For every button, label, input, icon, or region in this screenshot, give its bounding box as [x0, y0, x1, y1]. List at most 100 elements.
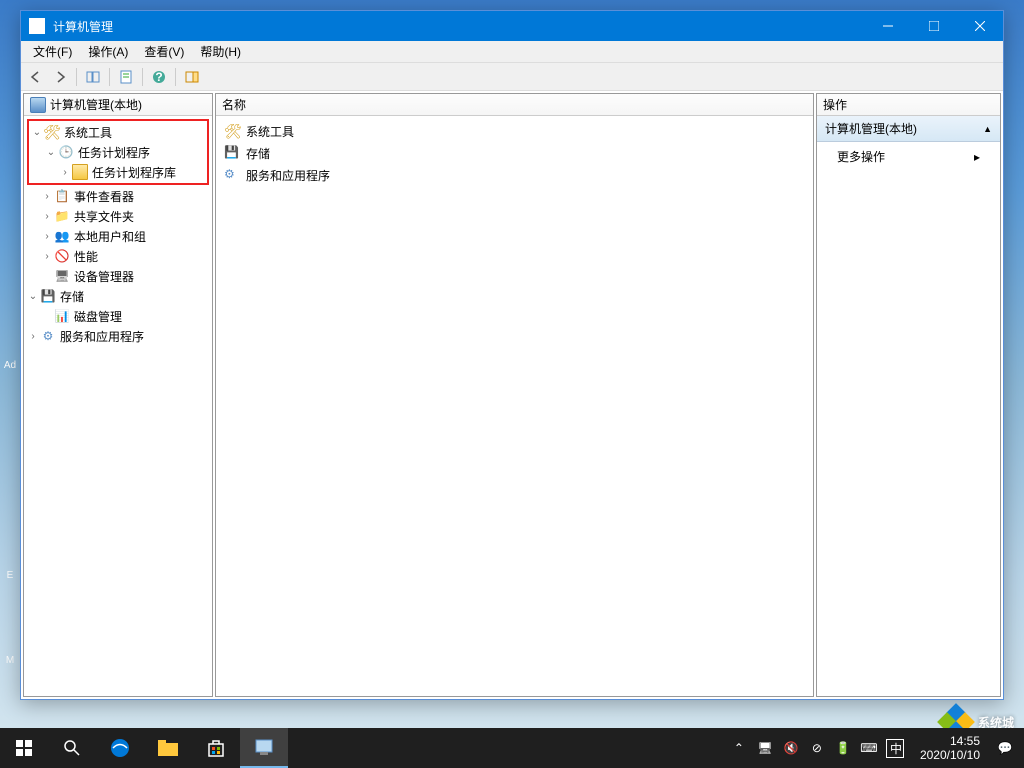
taskbar-app-compmgmt[interactable]: [240, 728, 288, 768]
app-icon: [29, 18, 45, 34]
menu-file[interactable]: 文件(F): [25, 41, 80, 62]
tree-node-task-scheduler[interactable]: ⌄ 🕒 任务计划程序: [30, 142, 206, 162]
list-item-services[interactable]: ⚙ 服务和应用程序: [220, 164, 809, 186]
toolbar-separator: [175, 68, 176, 86]
tree-node-services[interactable]: › ⚙ 服务和应用程序: [26, 326, 210, 346]
tree-label: 性能: [74, 248, 98, 265]
main-area: 计算机管理(本地) ⌄ 🛠 系统工具 ⌄ 🕒 任务计划程序 ›: [21, 91, 1003, 699]
close-button[interactable]: [957, 11, 1003, 41]
clock-date: 2020/10/10: [920, 748, 980, 762]
expand-icon[interactable]: ›: [40, 231, 54, 242]
maximize-button[interactable]: [911, 11, 957, 41]
action-section-label: 计算机管理(本地): [825, 120, 917, 137]
tree-node-event-viewer[interactable]: › 📋 事件查看器: [26, 186, 210, 206]
tree-label: 任务计划程序库: [92, 164, 176, 181]
list-label: 服务和应用程序: [246, 167, 330, 184]
actions-header: 操作: [817, 94, 1000, 116]
list-item-storage[interactable]: 💾 存储: [220, 142, 809, 164]
event-icon: 📋: [54, 188, 70, 204]
show-action-pane-button[interactable]: [181, 66, 203, 88]
tree-label: 事件查看器: [74, 188, 134, 205]
performance-icon: 🚫: [54, 248, 70, 264]
menu-action[interactable]: 操作(A): [80, 41, 136, 62]
service-icon: ⚙: [224, 167, 240, 183]
list-label: 系统工具: [246, 123, 294, 140]
action-section-title[interactable]: 计算机管理(本地) ▲: [817, 116, 1000, 142]
tree-node-storage[interactable]: ⌄ 💾 存储: [26, 286, 210, 306]
list-header[interactable]: 名称: [216, 94, 813, 116]
tree-node-performance[interactable]: › 🚫 性能: [26, 246, 210, 266]
tree-label: 服务和应用程序: [60, 328, 144, 345]
toolbar-separator: [76, 68, 77, 86]
clock-time: 14:55: [920, 734, 980, 748]
menu-help[interactable]: 帮助(H): [192, 41, 249, 62]
toolbar-separator: [142, 68, 143, 86]
storage-icon: 💾: [40, 288, 56, 304]
computer-management-window: 计算机管理 文件(F) 操作(A) 查看(V) 帮助(H) ? 计算机管理(本地…: [20, 10, 1004, 700]
tools-icon: 🛠: [44, 124, 60, 140]
action-more[interactable]: 更多操作 ▸: [817, 142, 1000, 171]
tree-node-local-users[interactable]: › 👥 本地用户和组: [26, 226, 210, 246]
network-disconnected-icon[interactable]: ⊘: [808, 741, 826, 755]
share-icon: 📁: [54, 208, 70, 224]
tree-label: 存储: [60, 288, 84, 305]
desktop-icon-partial: E: [2, 570, 18, 581]
expand-icon[interactable]: ›: [40, 191, 54, 202]
expand-icon[interactable]: ›: [40, 251, 54, 262]
toolbar: ?: [21, 63, 1003, 91]
search-button[interactable]: [48, 728, 96, 768]
back-button[interactable]: [25, 66, 47, 88]
tree-node-shared-folders[interactable]: › 📁 共享文件夹: [26, 206, 210, 226]
battery-icon[interactable]: 🔋: [834, 741, 852, 755]
tree-node-disk-management[interactable]: 📊 磁盘管理: [26, 306, 210, 326]
minimize-button[interactable]: [865, 11, 911, 41]
menu-view[interactable]: 查看(V): [136, 41, 192, 62]
microsoft-store[interactable]: [192, 728, 240, 768]
collapse-icon[interactable]: ⌄: [44, 147, 58, 158]
storage-icon: 💾: [224, 145, 240, 161]
forward-button[interactable]: [49, 66, 71, 88]
disk-icon: 📊: [54, 308, 70, 324]
edge-browser[interactable]: [96, 728, 144, 768]
service-icon: ⚙: [40, 328, 56, 344]
monitor-icon[interactable]: 🖥: [756, 741, 774, 755]
collapse-icon[interactable]: ▲: [983, 124, 992, 134]
expand-icon[interactable]: ›: [26, 331, 40, 342]
tree-node-task-library[interactable]: › 任务计划程序库: [30, 162, 206, 182]
ime-indicator[interactable]: 中: [886, 739, 904, 758]
list-label: 存储: [246, 145, 270, 162]
expand-icon[interactable]: ›: [58, 167, 72, 178]
collapse-icon[interactable]: ⌄: [26, 291, 40, 302]
show-hide-tree-button[interactable]: [82, 66, 104, 88]
clock-icon: 🕒: [58, 144, 74, 160]
tree-label: 系统工具: [64, 124, 112, 141]
tree-root-label: 计算机管理(本地): [50, 96, 142, 113]
taskbar: ⌃ 🖥 🔇 ⊘ 🔋 ⌨ 中 14:55 2020/10/10 💬: [0, 728, 1024, 768]
clock[interactable]: 14:55 2020/10/10: [912, 734, 988, 763]
keyboard-icon[interactable]: ⌨: [860, 741, 878, 755]
volume-muted-icon[interactable]: 🔇: [782, 741, 800, 755]
tree: ⌄ 🛠 系统工具 ⌄ 🕒 任务计划程序 › 任务计划程序库: [24, 116, 212, 696]
menubar: 文件(F) 操作(A) 查看(V) 帮助(H): [21, 41, 1003, 63]
file-explorer[interactable]: [144, 728, 192, 768]
action-label: 更多操作: [837, 148, 885, 165]
actions-panel: 操作 计算机管理(本地) ▲ 更多操作 ▸: [816, 93, 1001, 697]
properties-button[interactable]: [115, 66, 137, 88]
toolbar-separator: [109, 68, 110, 86]
list: 🛠 系统工具 💾 存储 ⚙ 服务和应用程序: [216, 116, 813, 696]
help-button[interactable]: ?: [148, 66, 170, 88]
tree-node-device-manager[interactable]: 🖥 设备管理器: [26, 266, 210, 286]
chevron-right-icon: ▸: [974, 150, 980, 164]
tray-overflow-icon[interactable]: ⌃: [730, 741, 748, 755]
tree-node-system-tools[interactable]: ⌄ 🛠 系统工具: [30, 122, 206, 142]
start-button[interactable]: [0, 728, 48, 768]
list-item-system-tools[interactable]: 🛠 系统工具: [220, 120, 809, 142]
expand-icon[interactable]: ›: [40, 211, 54, 222]
tree-label: 设备管理器: [74, 268, 134, 285]
highlight-annotation: ⌄ 🛠 系统工具 ⌄ 🕒 任务计划程序 › 任务计划程序库: [27, 119, 209, 185]
notifications-icon[interactable]: 💬: [996, 741, 1014, 755]
titlebar[interactable]: 计算机管理: [21, 11, 1003, 41]
tree-label: 任务计划程序: [78, 144, 150, 161]
desktop-icon-partial: Ad: [2, 360, 18, 371]
collapse-icon[interactable]: ⌄: [30, 127, 44, 138]
